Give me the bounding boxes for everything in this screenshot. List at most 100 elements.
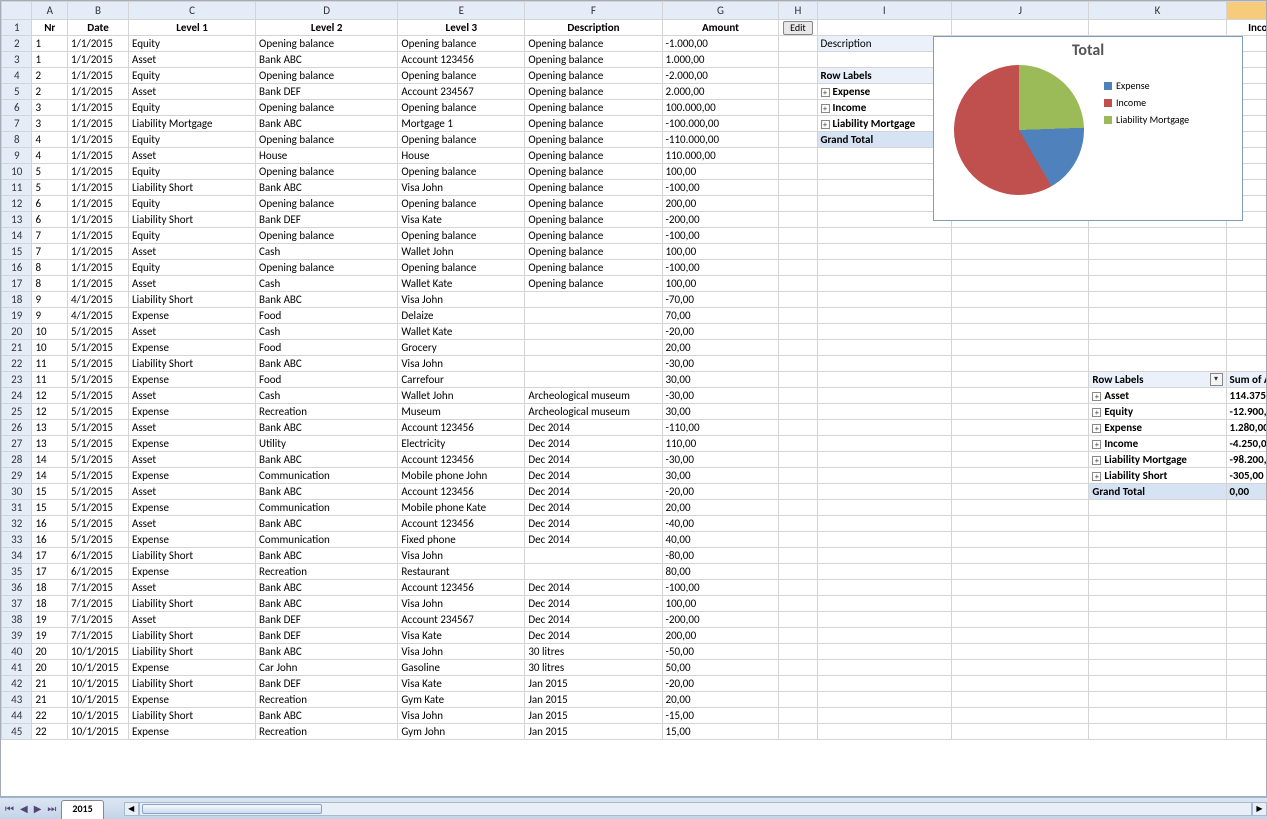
cell-E44[interactable]: Visa John (398, 708, 525, 724)
cell-A33[interactable]: 16 (32, 532, 68, 548)
cell-G24[interactable]: -30,00 (662, 388, 779, 404)
scroll-thumb[interactable] (142, 804, 322, 814)
cell-F42[interactable]: Jan 2015 (525, 676, 662, 692)
cell-D2[interactable]: Opening balance (256, 36, 398, 52)
cell-D39[interactable]: Bank DEF (256, 628, 398, 644)
cell-G35[interactable]: 80,00 (662, 564, 779, 580)
cell-A22[interactable]: 11 (32, 356, 68, 372)
cell-G41[interactable]: 50,00 (662, 660, 779, 676)
cell-H5[interactable] (779, 84, 817, 100)
cell-E23[interactable]: Carrefour (398, 372, 525, 388)
cell-G21[interactable]: 20,00 (662, 340, 779, 356)
cell-B23[interactable]: 5/1/2015 (68, 372, 129, 388)
cell-I2[interactable]: Description (817, 36, 952, 52)
cell-B12[interactable]: 1/1/2015 (68, 196, 129, 212)
cell-B26[interactable]: 5/1/2015 (68, 420, 129, 436)
cell-A20[interactable]: 10 (32, 324, 68, 340)
cell-G44[interactable]: -15,00 (662, 708, 779, 724)
cell-A9[interactable]: 4 (32, 148, 68, 164)
cell-H19[interactable] (779, 308, 817, 324)
cell-F15[interactable]: Opening balance (525, 244, 662, 260)
cell-I26[interactable] (817, 420, 952, 436)
cell-E2[interactable]: Opening balance (398, 36, 525, 52)
row-header-29[interactable]: 29 (2, 468, 32, 484)
cell-A14[interactable]: 7 (32, 228, 68, 244)
cell-B10[interactable]: 1/1/2015 (68, 164, 129, 180)
cell-D37[interactable]: Bank ABC (256, 596, 398, 612)
cell-K30[interactable]: Grand Total (1089, 484, 1226, 500)
cell-G22[interactable]: -30,00 (662, 356, 779, 372)
cell-C1[interactable]: Level 1 (129, 20, 256, 36)
cell-E33[interactable]: Fixed phone (398, 532, 525, 548)
scroll-right-icon[interactable]: ▶ (1252, 802, 1267, 816)
cell-F44[interactable]: Jan 2015 (525, 708, 662, 724)
cell-D15[interactable]: Cash (256, 244, 398, 260)
cell-C40[interactable]: Liability Short (129, 644, 256, 660)
cell-F1[interactable]: Description (525, 20, 662, 36)
row-header-38[interactable]: 38 (2, 612, 32, 628)
cell-D22[interactable]: Bank ABC (256, 356, 398, 372)
cell-B44[interactable]: 10/1/2015 (68, 708, 129, 724)
cell-E9[interactable]: House (398, 148, 525, 164)
cell-J45[interactable] (952, 724, 1089, 740)
cell-I37[interactable] (817, 596, 952, 612)
cell-B15[interactable]: 1/1/2015 (68, 244, 129, 260)
cell-B45[interactable]: 10/1/2015 (68, 724, 129, 740)
cell-H12[interactable] (779, 196, 817, 212)
cell-K25[interactable]: +Equity (1089, 404, 1226, 420)
cell-B7[interactable]: 1/1/2015 (68, 116, 129, 132)
cell-H8[interactable] (779, 132, 817, 148)
cell-I30[interactable] (817, 484, 952, 500)
cell-J17[interactable] (952, 276, 1089, 292)
cell-G40[interactable]: -50,00 (662, 644, 779, 660)
cell-G2[interactable]: -1.000,00 (662, 36, 779, 52)
cell-D45[interactable]: Recreation (256, 724, 398, 740)
cell-A2[interactable]: 1 (32, 36, 68, 52)
col-header-L[interactable]: L (1226, 2, 1266, 20)
cell-D43[interactable]: Recreation (256, 692, 398, 708)
cell-C2[interactable]: Equity (129, 36, 256, 52)
row-header-12[interactable]: 12 (2, 196, 32, 212)
cell-C42[interactable]: Liability Short (129, 676, 256, 692)
cell-B13[interactable]: 1/1/2015 (68, 212, 129, 228)
cell-D20[interactable]: Cash (256, 324, 398, 340)
row-header-39[interactable]: 39 (2, 628, 32, 644)
cell-F20[interactable] (525, 324, 662, 340)
cell-G7[interactable]: -100.000,00 (662, 116, 779, 132)
cell-C33[interactable]: Expense (129, 532, 256, 548)
cell-A21[interactable]: 10 (32, 340, 68, 356)
cell-G17[interactable]: 100,00 (662, 276, 779, 292)
cell-K22[interactable] (1089, 356, 1226, 372)
cell-F14[interactable]: Opening balance (525, 228, 662, 244)
cell-E18[interactable]: Visa John (398, 292, 525, 308)
cell-L35[interactable] (1226, 564, 1266, 580)
cell-K39[interactable] (1089, 628, 1226, 644)
cell-E25[interactable]: Museum (398, 404, 525, 420)
cell-J44[interactable] (952, 708, 1089, 724)
expand-icon[interactable]: + (821, 88, 830, 97)
cell-C22[interactable]: Liability Short (129, 356, 256, 372)
chart-income-vs-expenses[interactable]: Total ExpenseIncomeLiability Mortgage (933, 36, 1243, 221)
cell-E24[interactable]: Wallet John (398, 388, 525, 404)
cell-G45[interactable]: 15,00 (662, 724, 779, 740)
cell-F8[interactable]: Opening balance (525, 132, 662, 148)
cell-A10[interactable]: 5 (32, 164, 68, 180)
cell-B14[interactable]: 1/1/2015 (68, 228, 129, 244)
cell-I24[interactable] (817, 388, 952, 404)
cell-B20[interactable]: 5/1/2015 (68, 324, 129, 340)
cell-D24[interactable]: Cash (256, 388, 398, 404)
cell-C18[interactable]: Liability Short (129, 292, 256, 308)
row-header-43[interactable]: 43 (2, 692, 32, 708)
cell-C12[interactable]: Equity (129, 196, 256, 212)
cell-F13[interactable]: Opening balance (525, 212, 662, 228)
cell-J25[interactable] (952, 404, 1089, 420)
cell-K32[interactable] (1089, 516, 1226, 532)
cell-H32[interactable] (779, 516, 817, 532)
cell-J16[interactable] (952, 260, 1089, 276)
cell-F11[interactable]: Opening balance (525, 180, 662, 196)
cell-K18[interactable] (1089, 292, 1226, 308)
cell-F10[interactable]: Opening balance (525, 164, 662, 180)
cell-F21[interactable] (525, 340, 662, 356)
cell-A1[interactable]: Nr (32, 20, 68, 36)
cell-L31[interactable] (1226, 500, 1266, 516)
